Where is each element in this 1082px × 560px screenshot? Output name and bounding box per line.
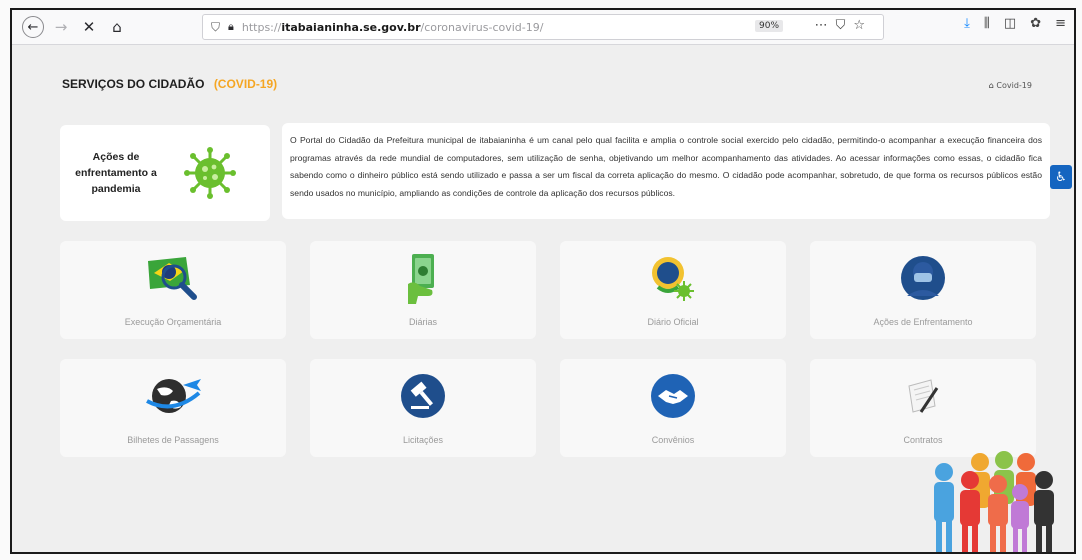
back-icon[interactable]: ← xyxy=(22,16,44,38)
tile-label: Bilhetes de Passagens xyxy=(127,435,219,445)
page-title-text: SERVIÇOS DO CIDADÃO xyxy=(62,77,205,91)
tile-label: Diário Oficial xyxy=(647,317,699,327)
stop-icon[interactable]: ✕ xyxy=(78,16,100,38)
page-content: SERVIÇOS DO CIDADÃO (COVID-19) ⌂ Covid-1… xyxy=(12,45,1074,552)
page-actions-icon[interactable]: ⋯ xyxy=(815,18,836,33)
people-illustration xyxy=(934,451,1054,552)
home-icon[interactable]: ⌂ xyxy=(106,16,128,38)
page-title-highlight: (COVID-19) xyxy=(213,77,278,91)
tile-label: Convênios xyxy=(651,435,695,445)
handshake-icon xyxy=(651,374,695,418)
accessibility-icon[interactable]: ♿︎ xyxy=(1050,165,1072,189)
brazil-seal-virus-icon xyxy=(652,257,694,301)
forward-icon[interactable]: → xyxy=(50,16,72,38)
extension-icon[interactable]: ✿ xyxy=(1030,16,1041,31)
hand-money-icon xyxy=(408,254,434,304)
tile-label: Diárias xyxy=(408,317,437,327)
url-prefix: https:// xyxy=(241,20,282,34)
covid-actions-label[interactable]: Ações de enfrentamento a pandemia xyxy=(60,149,172,197)
tile-licitacoes[interactable]: Licitações xyxy=(310,359,536,457)
menu-icon[interactable]: ≡ xyxy=(1055,16,1066,31)
intro-text-box: O Portal do Cidadão da Prefeitura munici… xyxy=(282,123,1050,219)
covid-actions-card[interactable]: Ações de enfrentamento a pandemia xyxy=(60,125,270,221)
sidebar-icon[interactable]: ◫ xyxy=(1004,16,1016,31)
address-bar[interactable]: ⛉ 🔒︎ https://itabaianinha.se.gov.br/coro… xyxy=(202,14,884,40)
tile-execucao-orcamentaria[interactable]: Execução Orçamentária xyxy=(60,241,286,339)
gavel-icon xyxy=(401,374,445,418)
lock-icon[interactable]: 🔒︎ xyxy=(228,20,234,34)
tile-convenios[interactable]: Convênios xyxy=(560,359,786,457)
browser-toolbar: ← → ✕ ⌂ ⛉ 🔒︎ https://itabaianinha.se.gov… xyxy=(12,10,1074,45)
contract-pen-icon xyxy=(908,379,939,413)
url-domain: itabaianinha.se.gov.br xyxy=(281,20,421,34)
brazil-flag-magnifier-icon xyxy=(148,257,197,300)
tile-label: Licitações xyxy=(402,435,444,445)
zoom-indicator[interactable]: 90% xyxy=(755,20,784,32)
url-path: /coronavirus-covid-19/ xyxy=(420,20,544,34)
url-text[interactable]: https://itabaianinha.se.gov.br/coronavir… xyxy=(242,21,544,34)
bookmark-star-icon[interactable]: ☆ xyxy=(853,18,873,33)
pocket-icon[interactable]: ⛉ xyxy=(836,18,854,33)
tile-diario-oficial[interactable]: Diário Oficial xyxy=(560,241,786,339)
tile-acoes-enfrentamento[interactable]: Ações de Enfrentamento xyxy=(810,241,1036,339)
page-title: SERVIÇOS DO CIDADÃO (COVID-19) xyxy=(62,77,277,91)
masked-person-icon xyxy=(901,256,945,300)
breadcrumb[interactable]: ⌂ Covid-19 xyxy=(989,81,1032,90)
tile-bilhetes-passagens[interactable]: Bilhetes de Passagens xyxy=(60,359,286,457)
library-icon[interactable]: ⫼ xyxy=(984,16,990,31)
globe-plane-icon xyxy=(146,379,201,413)
home-icon[interactable]: ⌂ xyxy=(989,81,994,90)
tile-contratos[interactable]: Contratos xyxy=(810,359,1036,457)
tile-diarias[interactable]: Diárias xyxy=(310,241,536,339)
download-icon[interactable]: ⤓ xyxy=(964,16,970,31)
coronavirus-icon xyxy=(184,147,236,199)
browser-window: ← → ✕ ⌂ ⛉ 🔒︎ https://itabaianinha.se.gov… xyxy=(10,8,1076,554)
tile-label: Contratos xyxy=(903,435,943,445)
breadcrumb-current[interactable]: Covid-19 xyxy=(996,81,1032,90)
tracking-shield-icon[interactable]: ⛉ xyxy=(211,20,220,35)
tile-label: Ações de Enfrentamento xyxy=(873,317,973,327)
tile-label: Execução Orçamentária xyxy=(124,317,222,327)
